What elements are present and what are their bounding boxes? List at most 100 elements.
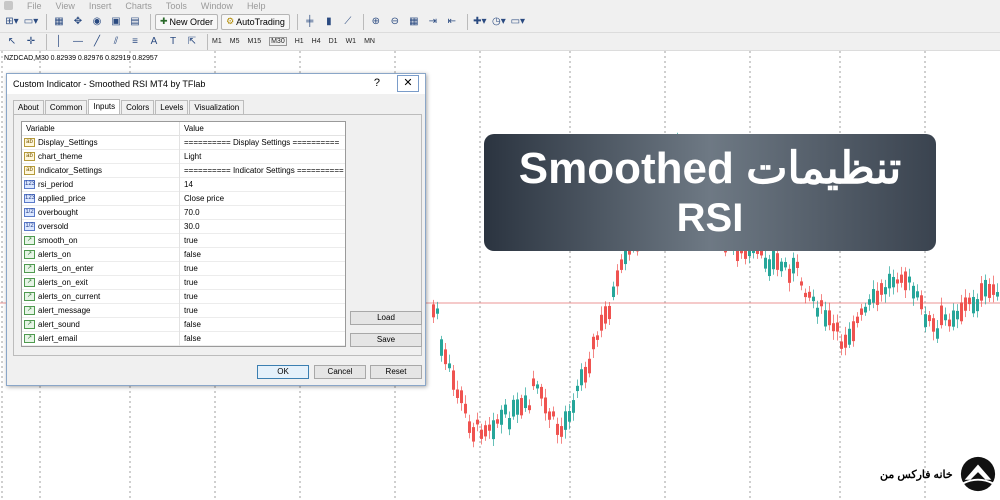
param-value[interactable]: true bbox=[180, 236, 198, 245]
ok-button[interactable]: OK bbox=[257, 365, 309, 379]
market-watch-icon[interactable]: ▦ bbox=[51, 14, 67, 30]
param-value[interactable]: Light bbox=[180, 152, 201, 161]
load-button[interactable]: Load bbox=[350, 311, 422, 325]
table-row[interactable]: ↗ alert_sound false bbox=[22, 317, 345, 332]
strategy-tester-icon[interactable]: ▤ bbox=[127, 14, 143, 30]
line-chart-icon[interactable]: ⟋ bbox=[340, 14, 356, 30]
text-icon[interactable]: A bbox=[146, 34, 162, 50]
toolbar-divider bbox=[46, 13, 47, 30]
table-row[interactable]: ab chart_theme Light bbox=[22, 149, 345, 164]
candle-body bbox=[972, 296, 975, 314]
param-value[interactable]: ========== Display Settings ========== bbox=[180, 138, 339, 147]
param-value[interactable]: Close price bbox=[180, 194, 224, 203]
trendline-icon[interactable]: ╱ bbox=[89, 34, 105, 50]
table-row[interactable]: 123 rsi_period 14 bbox=[22, 177, 345, 192]
param-value[interactable]: 30.0 bbox=[180, 222, 200, 231]
candle-body bbox=[584, 366, 587, 383]
fibonacci-icon[interactable]: ≡ bbox=[127, 34, 143, 50]
timeframe-w1[interactable]: W1 bbox=[346, 38, 357, 45]
data-window-icon[interactable]: ✥ bbox=[70, 14, 86, 30]
param-value[interactable]: true bbox=[180, 278, 198, 287]
new-chart-icon[interactable]: ⊞▾ bbox=[4, 14, 20, 30]
close-icon[interactable]: ✕ bbox=[397, 75, 419, 92]
param-value[interactable]: false bbox=[180, 320, 201, 329]
reset-button[interactable]: Reset bbox=[370, 365, 422, 379]
table-row[interactable]: ↗ alerts_on_enter true bbox=[22, 261, 345, 276]
param-value[interactable]: true bbox=[180, 264, 198, 273]
tab-visualization[interactable]: Visualization bbox=[189, 100, 245, 114]
tab-levels[interactable]: Levels bbox=[155, 100, 189, 114]
autotrading-button[interactable]: ⚙ AutoTrading bbox=[221, 13, 290, 30]
indicators-icon[interactable]: ✚▾ bbox=[472, 14, 488, 30]
help-icon[interactable]: ? bbox=[374, 77, 380, 89]
boolean-type-icon: ↗ bbox=[24, 320, 35, 329]
menu-tools[interactable]: Tools bbox=[166, 1, 187, 11]
tab-colors[interactable]: Colors bbox=[121, 100, 155, 114]
autoscroll-icon[interactable]: ⇥ bbox=[425, 14, 441, 30]
candle-body bbox=[516, 399, 519, 415]
periods-icon[interactable]: ◷▾ bbox=[491, 14, 507, 30]
templates-icon[interactable]: ▭▾ bbox=[510, 14, 526, 30]
timeframe-h4[interactable]: H4 bbox=[312, 38, 321, 45]
candlestick-icon[interactable]: ▮ bbox=[321, 14, 337, 30]
horizontal-line-icon[interactable]: — bbox=[70, 34, 86, 50]
timeframe-d1[interactable]: D1 bbox=[329, 38, 338, 45]
zoom-out-icon[interactable]: ⊖ bbox=[387, 14, 403, 30]
cancel-button[interactable]: Cancel bbox=[314, 365, 366, 379]
candle-body bbox=[892, 276, 895, 288]
param-value[interactable]: false bbox=[180, 334, 201, 343]
navigator-icon[interactable]: ◉ bbox=[89, 14, 105, 30]
timeframe-m15[interactable]: M15 bbox=[247, 38, 261, 45]
arrows-icon[interactable]: ⇱ bbox=[184, 34, 200, 50]
crosshair-icon[interactable]: ✛ bbox=[23, 34, 39, 50]
table-row[interactable]: ab Display_Settings ========== Display Set… bbox=[22, 135, 345, 150]
param-name: overbought bbox=[38, 208, 79, 217]
param-value[interactable]: false bbox=[180, 250, 201, 259]
terminal-icon[interactable]: ▣ bbox=[108, 14, 124, 30]
table-row[interactable]: ↗ alerts_on false bbox=[22, 247, 345, 262]
channel-icon[interactable]: ⫽ bbox=[108, 34, 124, 50]
timeframe-m30[interactable]: M30 bbox=[269, 37, 287, 46]
table-row[interactable]: 123 applied_price Close price bbox=[22, 191, 345, 206]
table-row[interactable]: ↗ smooth_on true bbox=[22, 233, 345, 248]
menu-view[interactable]: View bbox=[56, 1, 75, 11]
table-row[interactable]: ↗ alerts_on_exit true bbox=[22, 275, 345, 290]
profiles-icon[interactable]: ▭▾ bbox=[23, 14, 39, 30]
zoom-in-icon[interactable]: ⊕ bbox=[368, 14, 384, 30]
tab-inputs[interactable]: Inputs bbox=[88, 99, 121, 114]
param-value[interactable]: true bbox=[180, 292, 198, 301]
tab-about[interactable]: About bbox=[13, 100, 44, 114]
table-row[interactable]: 1/2 oversold 30.0 bbox=[22, 219, 345, 234]
label-icon[interactable]: T bbox=[165, 34, 181, 50]
chart-shift-icon[interactable]: ⇤ bbox=[444, 14, 460, 30]
table-row[interactable]: ↗ alert_email false bbox=[22, 331, 345, 346]
menu-help[interactable]: Help bbox=[247, 1, 266, 11]
timeframe-mn[interactable]: MN bbox=[364, 38, 375, 45]
new-order-button[interactable]: ✚ New Order bbox=[155, 13, 219, 30]
timeframe-h1[interactable]: H1 bbox=[295, 38, 304, 45]
candle-body bbox=[552, 411, 555, 417]
menu-file[interactable]: File bbox=[27, 1, 42, 11]
bar-chart-icon[interactable]: ╪ bbox=[302, 14, 318, 30]
boolean-type-icon: ↗ bbox=[24, 236, 35, 245]
menu-charts[interactable]: Charts bbox=[125, 1, 152, 11]
tile-windows-icon[interactable]: ▦ bbox=[406, 14, 422, 30]
menu-insert[interactable]: Insert bbox=[89, 1, 112, 11]
table-row[interactable]: 1/2 overbought 70.0 bbox=[22, 205, 345, 220]
param-value[interactable]: 70.0 bbox=[180, 208, 200, 217]
candle-body bbox=[832, 323, 835, 332]
candle-body bbox=[948, 319, 951, 327]
table-row[interactable]: ↗ alerts_on_current true bbox=[22, 289, 345, 304]
cursor-icon[interactable]: ↖ bbox=[4, 34, 20, 50]
timeframe-m1[interactable]: M1 bbox=[212, 38, 222, 45]
menu-window[interactable]: Window bbox=[201, 1, 233, 11]
param-value[interactable]: ========== Indicator Settings ========== bbox=[180, 166, 344, 175]
save-button[interactable]: Save bbox=[350, 333, 422, 347]
vertical-line-icon[interactable]: │ bbox=[51, 34, 67, 50]
param-value[interactable]: true bbox=[180, 306, 198, 315]
table-row[interactable]: ↗ alert_message true bbox=[22, 303, 345, 318]
table-row[interactable]: ab Indicator_Settings ========== Indicator… bbox=[22, 163, 345, 178]
param-value[interactable]: 14 bbox=[180, 180, 193, 189]
tab-common[interactable]: Common bbox=[44, 100, 88, 114]
timeframe-m5[interactable]: M5 bbox=[230, 38, 240, 45]
